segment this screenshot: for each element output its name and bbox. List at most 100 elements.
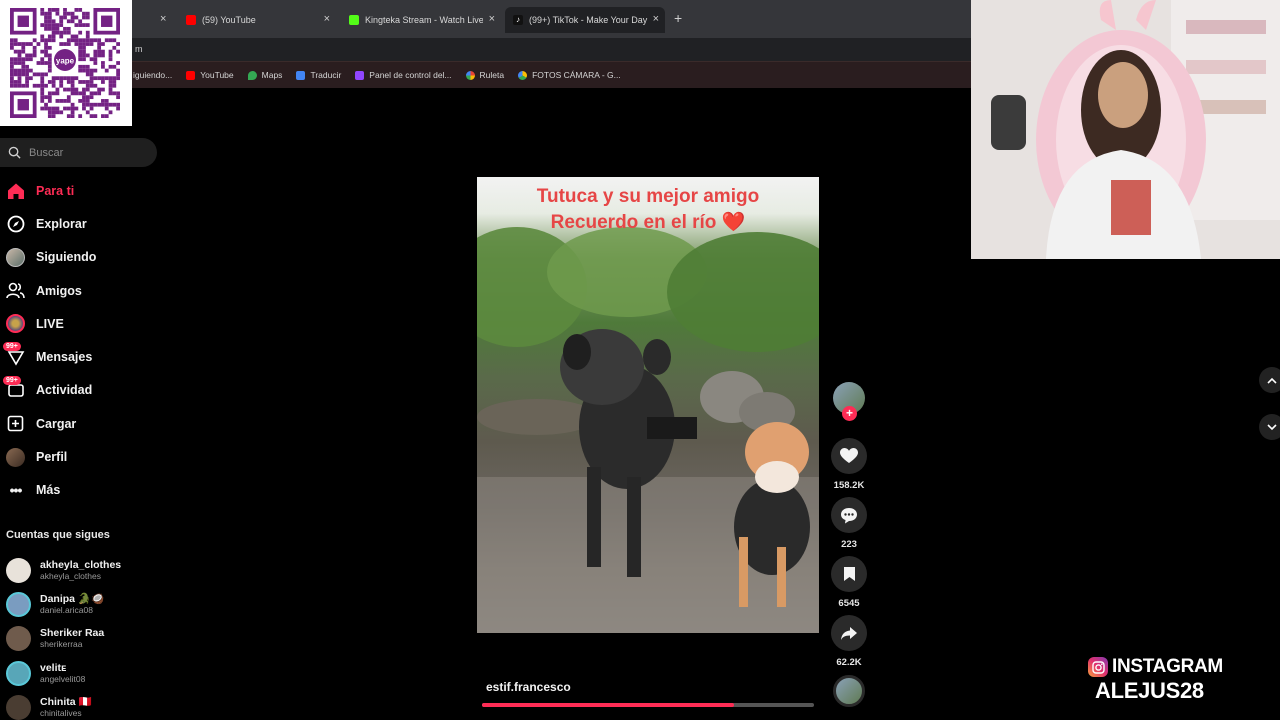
qr-module — [59, 19, 64, 24]
close-icon[interactable]: × — [489, 13, 495, 25]
new-tab-button[interactable]: + — [674, 10, 682, 26]
save-button[interactable]: 6545 — [829, 556, 869, 609]
qr-module — [51, 26, 56, 31]
qr-module — [47, 34, 52, 39]
list-item[interactable]: Chinita 🇵🇪 chinitalives — [6, 690, 156, 720]
video-author[interactable]: estif.francesco — [486, 680, 571, 694]
list-item[interactable]: velitᴇ angelvelit08 — [6, 656, 156, 690]
nav-live[interactable]: LIVE — [0, 307, 160, 340]
bookmark-youtube[interactable]: YouTube — [186, 70, 234, 80]
qr-module — [51, 114, 56, 118]
qr-module — [25, 42, 29, 46]
share-button[interactable]: 62.2K — [829, 615, 869, 668]
qr-module — [66, 87, 71, 92]
tab-tiktok[interactable]: ♪ (99+) TikTok - Make Your Day × — [505, 7, 665, 33]
bookmark-ruleta[interactable]: Ruleta — [465, 70, 505, 80]
share-count: 62.2K — [836, 657, 862, 668]
qr-module — [101, 61, 105, 65]
qr-module — [25, 57, 29, 62]
url-text: m — [135, 44, 143, 54]
like-button[interactable]: 158.2K — [829, 438, 869, 491]
nav-mas[interactable]: ••• Más — [0, 474, 160, 507]
tab-close-hidden[interactable]: × — [160, 13, 166, 25]
previous-video-button[interactable] — [1259, 367, 1280, 393]
music-disc-button[interactable] — [829, 675, 869, 707]
qr-module — [55, 76, 60, 81]
list-item[interactable]: Danipa 🐊🥥 daniel.arica08 — [6, 587, 156, 621]
avatar: + — [833, 382, 865, 421]
qr-module — [55, 87, 60, 92]
comment-count: 223 — [841, 539, 857, 550]
qr-module — [47, 91, 52, 96]
nav-amigos[interactable]: Amigos — [0, 274, 160, 307]
qr-module — [104, 76, 109, 81]
heart-icon — [831, 438, 867, 474]
comment-button[interactable]: 223 — [829, 497, 869, 550]
nav-mensajes[interactable]: 99+ Mensajes — [0, 340, 160, 373]
video-player[interactable]: Tutuca y su mejor amigo Recuerdo en el r… — [477, 177, 819, 633]
tab-youtube[interactable]: (59) YouTube × — [178, 7, 336, 33]
bookmark-label: Ruleta — [479, 70, 505, 80]
account-handle: akheyla_clothes — [40, 570, 101, 581]
search-box[interactable] — [0, 138, 157, 167]
bookmark-panel[interactable]: Panel de control del... — [355, 70, 452, 80]
qr-module — [82, 45, 86, 50]
qr-module — [40, 80, 45, 84]
qr-module — [97, 49, 102, 54]
qr-module — [101, 53, 105, 58]
tab-kick[interactable]: Kingteka Stream - Watch Live o × — [341, 7, 501, 33]
avatar — [6, 626, 31, 652]
qr-module — [40, 34, 45, 39]
nav-perfil[interactable]: Perfil — [0, 440, 160, 473]
qr-module — [89, 76, 94, 81]
close-icon[interactable]: × — [324, 13, 330, 25]
qr-module — [40, 83, 45, 88]
nav-explorar[interactable]: Explorar — [0, 207, 160, 240]
qr-module — [82, 64, 86, 69]
qr-module — [85, 83, 90, 88]
qr-module — [21, 64, 26, 69]
next-video-button[interactable] — [1259, 414, 1280, 440]
qr-module — [82, 15, 86, 20]
qr-module — [13, 72, 18, 77]
close-icon[interactable]: × — [653, 13, 659, 25]
list-item[interactable]: Sheriker Raa sherikerraa — [6, 622, 156, 656]
tab-label: (99+) TikTok - Make Your Day — [529, 15, 648, 25]
avatar — [6, 660, 31, 686]
list-item[interactable]: akheyla_clothes akheyla_clothes — [6, 553, 156, 587]
qr-module — [70, 110, 75, 115]
nav-cargar[interactable]: Cargar — [0, 407, 160, 440]
qr-module — [85, 42, 90, 46]
video-caption: Tutuca y su mejor amigo Recuerdo en el r… — [477, 184, 819, 236]
qr-module — [28, 42, 33, 46]
bookmark-siguiendo[interactable]: iguiendo... — [133, 70, 172, 80]
qr-module — [108, 83, 113, 88]
qr-module — [21, 42, 26, 46]
qr-code-image: yape — [10, 8, 120, 118]
qr-module — [59, 110, 64, 115]
nav-para-ti[interactable]: Para ti — [0, 174, 160, 207]
qr-module — [10, 57, 14, 62]
qr-module — [108, 91, 113, 96]
nav-label: LIVE — [36, 316, 64, 331]
address-bar[interactable]: m — [0, 38, 972, 62]
bookmark-label: Maps — [261, 70, 283, 80]
follow-plus-icon[interactable]: + — [842, 406, 857, 421]
account-handle: chinitalives — [40, 707, 82, 718]
qr-module — [112, 38, 117, 43]
search-input[interactable] — [29, 146, 139, 159]
nav-siguiendo[interactable]: Siguiendo — [0, 241, 160, 274]
qr-module — [10, 42, 14, 46]
video-progress-bar[interactable] — [482, 703, 814, 707]
nav-actividad[interactable]: 99+ Actividad — [0, 374, 160, 407]
qr-module — [47, 80, 52, 84]
bookmark-fotos[interactable]: FOTOS CÁMARA - G... — [518, 70, 621, 80]
qr-module — [93, 91, 98, 96]
nav-label: Amigos — [36, 283, 82, 298]
qr-module — [10, 80, 14, 84]
bookmark-traducir[interactable]: Traducir — [296, 70, 341, 80]
bookmark-maps[interactable]: Maps — [247, 70, 283, 80]
yape-qr-code: yape — [0, 0, 132, 126]
creator-avatar-button[interactable]: + — [829, 382, 869, 421]
qr-module — [51, 23, 56, 27]
